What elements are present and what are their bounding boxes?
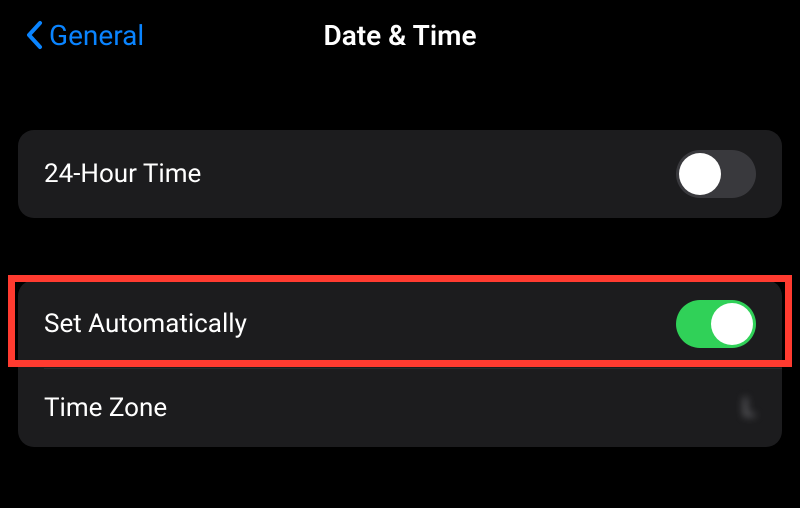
toggle-knob: [679, 153, 721, 195]
header-bar: General Date & Time: [0, 0, 800, 70]
page-title: Date & Time: [323, 19, 476, 52]
row-time-zone[interactable]: Time Zone L: [18, 369, 782, 447]
row-set-automatically-label: Set Automatically: [44, 309, 247, 339]
back-label: General: [49, 19, 144, 52]
row-time-zone-label: Time Zone: [44, 393, 167, 423]
row-24hour-label: 24-Hour Time: [44, 159, 201, 189]
chevron-left-icon: [25, 20, 43, 50]
toggle-knob: [711, 303, 753, 345]
row-24hour: 24-Hour Time: [18, 130, 782, 218]
content-area: 24-Hour Time Set Automatically Time Zone…: [0, 70, 800, 447]
row-time-zone-value: L: [742, 393, 756, 423]
back-button[interactable]: General: [25, 19, 144, 52]
row-set-automatically: Set Automatically: [18, 280, 782, 368]
group-autotime: Set Automatically Time Zone L: [18, 280, 782, 447]
toggle-24hour[interactable]: [676, 150, 756, 198]
group-24hour: 24-Hour Time: [18, 130, 782, 218]
toggle-set-automatically[interactable]: [676, 300, 756, 348]
